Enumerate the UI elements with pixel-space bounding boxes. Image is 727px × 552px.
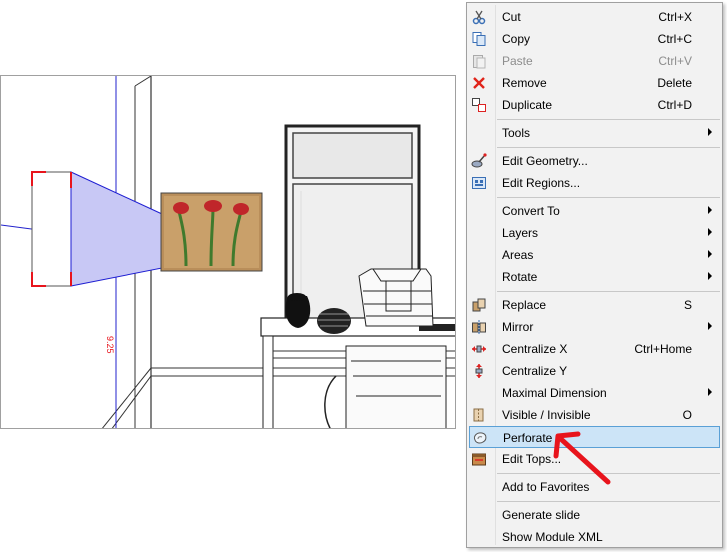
menu-item-centralize-y[interactable]: Centralize Y [469,360,720,382]
menu-item-areas[interactable]: Areas [469,244,720,266]
mirror-icon [471,319,487,335]
menu-item-label: Copy [502,32,531,46]
menu-separator [497,291,720,292]
menu-item-shortcut: Ctrl+C [657,32,692,46]
edit-geometry-icon [471,153,487,169]
menu-item-label: Edit Geometry... [502,154,588,168]
menu-item-shortcut: Ctrl+V [658,54,692,68]
menu-item-label: Duplicate [502,98,553,112]
copy-icon [471,31,487,47]
menu-item-label: Centralize Y [502,364,568,378]
menu-item-shortcut: O [682,408,692,422]
menu-item-label: Show Module XML [502,530,603,544]
selected-object[interactable] [31,171,163,287]
menu-item-mirror[interactable]: Mirror [469,316,720,338]
design-viewport[interactable]: 9.25 [0,75,456,429]
menu-item-edit-regions[interactable]: Edit Regions... [469,172,720,194]
menu-item-shortcut: S [683,298,692,312]
menu-item-replace[interactable]: Replace S [469,294,720,316]
submenu-arrow-icon [708,128,712,136]
menu-item-rotate[interactable]: Rotate [469,266,720,288]
menu-item-maximal-dimension[interactable]: Maximal Dimension [469,382,720,404]
scissors-icon [471,9,487,25]
duplicate-icon [471,97,487,113]
room-scene: 9.25 [1,76,455,428]
menu-separator [497,501,720,502]
paste-icon [471,53,487,69]
menu-item-label: Areas [502,248,534,262]
menu-item-label: Centralize X [502,342,568,356]
menu-item-generate-slide[interactable]: Generate slide [469,504,720,526]
menu-item-convert-to[interactable]: Convert To [469,200,720,222]
menu-item-label: Generate slide [502,508,581,522]
submenu-arrow-icon [708,322,712,330]
menu-item-label: Convert To [502,204,560,218]
menu-item-label: Edit Regions... [502,176,581,190]
menu-item-shortcut: Ctrl+Home [634,342,692,356]
menu-item-duplicate[interactable]: Duplicate Ctrl+D [469,94,720,116]
menu-item-copy[interactable]: Copy Ctrl+C [469,28,720,50]
submenu-arrow-icon [708,272,712,280]
menu-item-paste[interactable]: Paste Ctrl+V [469,50,720,72]
menu-item-label: Paste [502,54,533,68]
menu-item-label: Layers [502,226,539,240]
menu-separator [497,197,720,198]
menu-item-label: Replace [502,298,547,312]
submenu-arrow-icon [708,388,712,396]
painting[interactable] [160,192,263,272]
annotation-arrow-icon [553,431,611,485]
menu-item-label: Rotate [502,270,538,284]
menu-item-label: Mirror [502,320,534,334]
perforate-icon [472,430,488,446]
edit-tops-icon [471,451,487,467]
menu-item-edit-geometry[interactable]: Edit Geometry... [469,150,720,172]
edit-regions-icon [471,175,487,191]
menu-separator [497,119,720,120]
menu-item-tools[interactable]: Tools [469,122,720,144]
menu-item-label: Maximal Dimension [502,386,607,400]
menu-item-centralize-x[interactable]: Centralize X Ctrl+Home [469,338,720,360]
menu-item-cut[interactable]: Cut Ctrl+X [469,6,720,28]
centralize-x-icon [471,341,487,357]
menu-item-remove[interactable]: Remove Delete [469,72,720,94]
menu-item-show-module-xml[interactable]: Show Module XML [469,526,720,548]
visibility-icon [471,407,487,423]
submenu-arrow-icon [708,206,712,214]
menu-item-layers[interactable]: Layers [469,222,720,244]
menu-item-shortcut: Delete [657,76,692,90]
submenu-arrow-icon [708,250,712,258]
menu-item-shortcut: Ctrl+X [658,10,692,24]
menu-item-shortcut: Ctrl+D [657,98,692,112]
menu-separator [497,147,720,148]
menu-item-label: Tools [502,126,531,140]
dimension-label: 9.25 [105,336,115,354]
menu-item-label: Cut [502,10,521,24]
menu-item-label: Remove [502,76,547,90]
replace-icon [471,297,487,313]
centralize-y-icon [471,363,487,379]
submenu-arrow-icon [708,228,712,236]
remove-x-icon [471,75,487,91]
